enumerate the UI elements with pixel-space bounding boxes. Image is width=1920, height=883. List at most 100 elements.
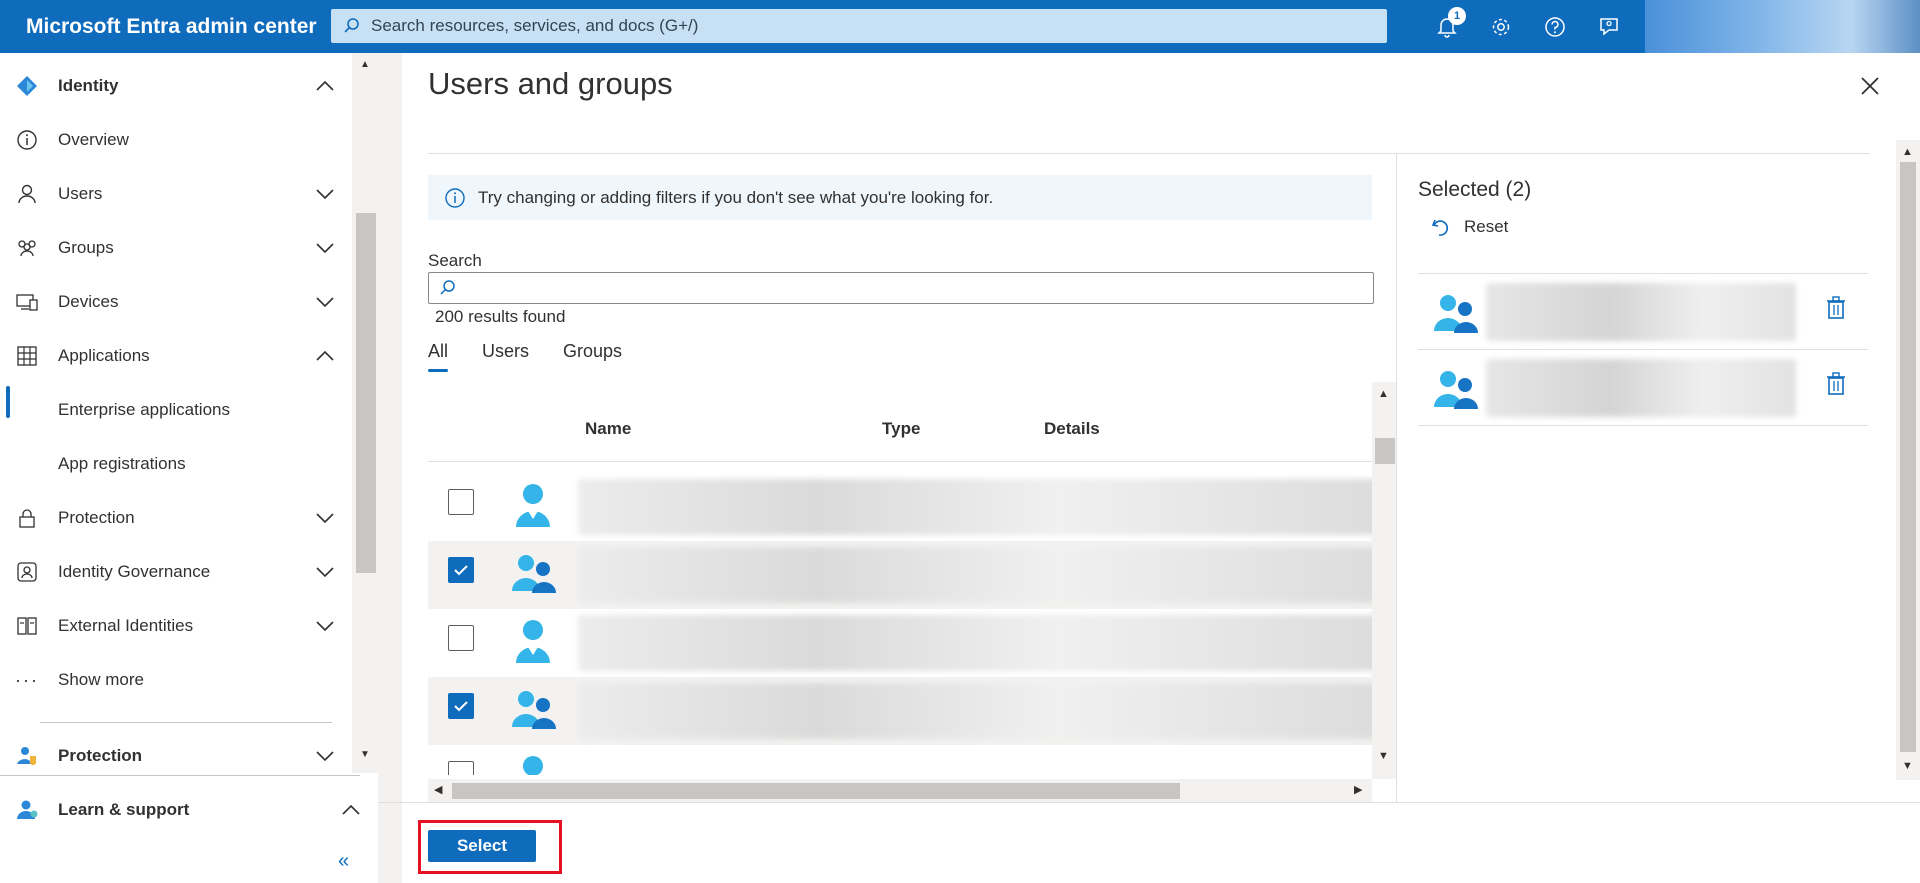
select-button[interactable]: Select [428,830,536,862]
sidebar-item-label: Protection [58,508,135,527]
learn-support-icon [14,797,40,823]
global-search-placeholder: Search resources, services, and docs (G+… [371,16,699,35]
table-scroll-thumb[interactable] [1375,438,1395,464]
table-row[interactable] [428,541,1378,609]
panel-scrollbar[interactable]: ▲ ▼ [1896,140,1920,780]
row-checkbox[interactable] [448,489,474,515]
settings-button[interactable] [1474,0,1528,53]
chevron-down-icon[interactable] [312,235,338,261]
row-checkbox-checked[interactable] [448,557,474,583]
sidebar-item-label: Groups [58,238,114,257]
notifications-button[interactable]: 1 [1420,0,1474,53]
sidebar-item-label: Users [58,184,103,203]
redacted-row-content [578,547,1378,603]
table-horizontal-scrollbar[interactable]: ◀ ▶ [428,779,1372,803]
external-identities-icon [14,613,40,639]
sidebar-item-identity-governance[interactable]: Identity Governance [0,545,350,599]
redacted-selected-name [1486,359,1796,417]
checkmark-icon [454,701,468,712]
chevron-down-icon[interactable] [312,181,338,207]
sidebar-item-users[interactable]: Users [0,167,350,221]
sidebar-item-label: External Identities [58,616,194,635]
column-header-details[interactable]: Details [1044,419,1100,439]
panel-scroll-thumb[interactable] [1900,162,1916,752]
sidebar-item-applications[interactable]: Applications [0,329,350,383]
delete-icon[interactable] [1824,371,1848,397]
sidebar-item-devices[interactable]: Devices [0,275,350,329]
row-checkbox[interactable] [448,761,474,775]
chevron-up-icon[interactable] [338,797,364,823]
column-header-type[interactable]: Type [882,419,920,439]
info-icon [14,127,40,153]
search-icon [344,18,359,33]
table-row[interactable] [428,473,1378,541]
sidebar-item-show-more[interactable]: ··· Show more [0,653,350,707]
account-menu[interactable] [1645,0,1920,53]
reset-button[interactable]: Reset [1430,216,1508,238]
sidebar-item-enterprise-applications[interactable]: Enterprise applications [0,383,350,437]
global-search-input[interactable]: Search resources, services, and docs (G+… [331,9,1387,43]
help-button[interactable] [1528,0,1582,53]
panel-title: Users and groups [428,66,673,101]
user-avatar-icon [523,756,543,775]
sidebar-item-external-identities[interactable]: External Identities [0,599,350,653]
sidebar-scrollbar[interactable]: ▲ ▼ [352,53,378,773]
redacted-row-content [578,479,1378,535]
chevron-up-icon[interactable] [312,73,338,99]
chevron-down-icon[interactable] [312,289,338,315]
selected-header: Selected (2) [1418,178,1532,201]
lock-icon [14,505,40,531]
row-checkbox[interactable] [448,625,474,651]
results-count: 200 results found [435,307,566,326]
tab-groups[interactable]: Groups [563,341,622,372]
footer-divider [378,802,1920,803]
close-icon[interactable] [1857,73,1883,99]
chevron-down-icon[interactable] [312,613,338,639]
sidebar-item-overview[interactable]: Overview [0,113,350,167]
checkmark-icon [454,565,468,576]
devices-icon [14,289,40,315]
chevron-up-icon[interactable] [312,343,338,369]
sidebar-divider [0,775,360,776]
column-header-name[interactable]: Name [585,419,631,439]
sidebar-item-label: Enterprise applications [58,400,230,419]
search-icon [440,280,455,295]
sidebar-item-identity[interactable]: Identity [0,59,350,113]
row-checkbox-checked[interactable] [448,693,474,719]
applications-icon [14,343,40,369]
scroll-down-arrow-icon[interactable]: ▼ [360,749,370,760]
tab-all[interactable]: All [428,341,449,372]
table-row[interactable] [428,745,1372,775]
panel-column-divider [1396,153,1397,803]
chevron-down-icon[interactable] [312,505,338,531]
sidebar-item-learn-support[interactable]: Learn & support [0,783,370,837]
users-groups-panel: Users and groups Try changing or adding … [402,53,1920,883]
scroll-right-arrow-icon[interactable]: ▶ [1354,783,1362,796]
scroll-up-arrow-icon[interactable]: ▲ [1378,388,1389,400]
scroll-up-arrow-icon[interactable]: ▲ [360,59,370,70]
chevron-down-icon[interactable] [312,743,338,769]
search-input[interactable] [428,272,1374,304]
collapse-sidebar-icon[interactable]: « [338,850,349,873]
redacted-row-content [578,615,1378,671]
table-row[interactable] [428,677,1378,745]
sidebar-item-groups[interactable]: Groups [0,221,350,275]
undo-icon [1431,219,1449,236]
table-hscroll-thumb[interactable] [452,783,1180,799]
sidebar-scroll-thumb[interactable] [356,213,376,573]
sidebar-item-label: Learn & support [58,800,190,819]
scroll-down-arrow-icon[interactable]: ▼ [1902,760,1913,772]
delete-icon[interactable] [1824,295,1848,321]
table-row[interactable] [428,609,1378,677]
tab-users[interactable]: Users [482,341,529,372]
table-vertical-scrollbar[interactable]: ▲ ▼ [1372,382,1396,779]
sidebar-item-app-registrations[interactable]: App registrations [0,437,350,491]
scroll-down-arrow-icon[interactable]: ▼ [1378,750,1389,762]
app-title[interactable]: Microsoft Entra admin center [0,15,330,39]
chevron-down-icon[interactable] [312,559,338,585]
feedback-button[interactable] [1582,0,1636,53]
sidebar-item-protection[interactable]: Protection [0,491,350,545]
sidebar-divider [40,722,332,723]
scroll-left-arrow-icon[interactable]: ◀ [434,783,442,796]
scroll-up-arrow-icon[interactable]: ▲ [1902,146,1913,158]
